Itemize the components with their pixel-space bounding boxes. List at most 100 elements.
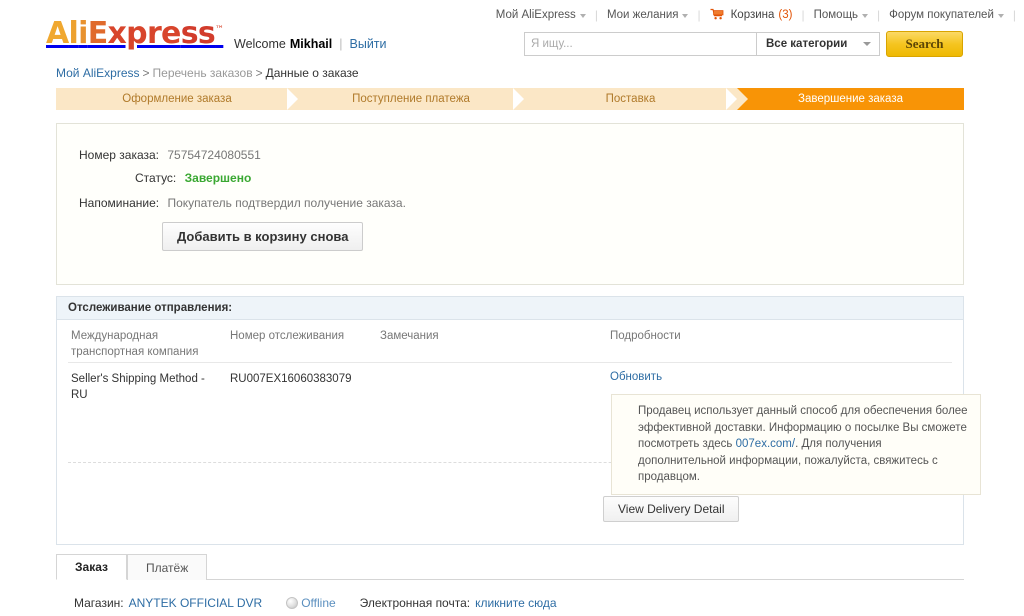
step-delivery-label: Поставка	[605, 93, 656, 105]
chevron-down-icon	[863, 42, 871, 46]
update-tracking-link[interactable]: Обновить	[610, 371, 662, 383]
status-badge: Завершено	[184, 171, 252, 185]
column-carrier-line1: Международная	[71, 330, 159, 342]
nav-my-wishlist-label: Мои желания	[606, 8, 679, 21]
search-category-select[interactable]: Все категории	[756, 32, 880, 56]
view-delivery-detail-button[interactable]: View Delivery Detail	[603, 496, 740, 522]
welcome-divider: |	[339, 37, 343, 51]
add-to-cart-again-button[interactable]: Добавить в корзину снова	[162, 222, 364, 251]
breadcrumb: Мой AliExpress > Перечень заказов > Данные о…	[56, 66, 359, 80]
order-number-row: Номер заказа: 75754724080551	[79, 148, 261, 162]
column-carrier: Международная транспортная компания	[71, 328, 198, 360]
nav-my-wishlist[interactable]: Мои желания	[598, 7, 698, 23]
logo-part-xpre: xpre	[107, 16, 182, 51]
cell-carrier: Seller's Shipping Method - RU	[71, 371, 205, 403]
search-button[interactable]: Search	[886, 31, 963, 57]
table-row: Seller's Shipping Method - RU RU007EX160…	[68, 363, 981, 495]
column-details: Подробности	[610, 330, 681, 342]
welcome-greeting: Welcome	[234, 37, 286, 51]
nav-cart[interactable]: Корзина (3)	[701, 6, 802, 23]
top-navigation-bar: Мой AliExpress | Мои желания | Корзина (…	[487, 6, 1016, 23]
breadcrumb-separator: >	[255, 66, 263, 80]
tracking-panel-title: Отслеживание отправления:	[57, 297, 963, 320]
order-status-label: Статус:	[135, 171, 177, 185]
aliexpress-order-detail-page: Мой AliExpress | Мои желания | Корзина (…	[0, 0, 1024, 616]
cell-tracking-number: RU007EX16060383079	[230, 373, 352, 385]
store-email-link[interactable]: кликните сюда	[475, 596, 556, 610]
store-email-label: Электронная почта:	[359, 596, 471, 610]
breadcrumb-separator: >	[142, 66, 150, 80]
column-tracking-number: Номер отслеживания	[230, 330, 345, 342]
logo-part-ss: ss	[180, 16, 216, 51]
order-reminder-row: Напоминание: Покупатель подтвердил получ…	[79, 196, 406, 210]
step-order-placed: Оформление заказа	[56, 88, 309, 110]
breadcrumb-order-list[interactable]: Перечень заказов	[153, 66, 253, 80]
logo-part-e: E	[87, 16, 108, 51]
step-order-complete: Завершение заказа	[737, 88, 964, 110]
breadcrumb-my-aliexpress[interactable]: Мой AliExpress	[56, 66, 140, 80]
cart-icon	[710, 8, 724, 25]
store-info-row: Магазин: ANYTEK OFFICIAL DVR Offline Эле…	[74, 596, 557, 610]
order-summary-panel: Номер заказа: 75754724080551 Статус: Зав…	[56, 123, 964, 285]
welcome-username: Mikhail	[289, 37, 333, 51]
chevron-down-icon	[682, 13, 689, 18]
step-order-complete-label: Завершение заказа	[798, 93, 903, 105]
cell-carrier-line2: RU	[71, 389, 88, 401]
cell-carrier-line1: Seller's Shipping Method -	[71, 373, 205, 385]
nav-cart-label: Корзина	[730, 8, 775, 21]
chevron-down-icon	[579, 13, 586, 18]
tab-order-label: Заказ	[75, 560, 108, 574]
nav-divider: |	[1012, 7, 1016, 22]
store-status-label: Offline	[301, 596, 336, 610]
search-bar: Все категории Search	[524, 31, 963, 57]
logo-part-a: A	[46, 16, 69, 51]
step-notch	[726, 88, 737, 110]
nav-help[interactable]: Помощь	[805, 7, 877, 23]
step-arrow-icon	[298, 88, 309, 110]
order-status-row: Статус: Завершено	[135, 171, 251, 185]
step-payment-received: Поступление платежа	[298, 88, 535, 110]
tab-payment[interactable]: Платёж	[126, 554, 208, 580]
offline-status-icon	[286, 597, 299, 609]
nav-buyer-forum[interactable]: Форум покупателей	[880, 7, 1013, 23]
step-arrow-icon	[524, 88, 535, 110]
logout-link[interactable]: Выйти	[350, 37, 387, 51]
chevron-down-icon	[862, 13, 869, 18]
search-category-label: Все категории	[766, 38, 848, 50]
tracking-table-header: Международная транспортная компания Номе…	[68, 320, 952, 363]
step-arrow-icon	[737, 88, 748, 110]
store-name-link[interactable]: ANYTEK OFFICIAL DVR	[129, 596, 263, 610]
nav-my-aliexpress[interactable]: Мой AliExpress	[487, 7, 595, 23]
welcome-bar: Welcome Mikhail | Выйти	[234, 37, 387, 51]
breadcrumb-current: Данные о заказе	[265, 66, 359, 80]
order-reminder-value: Покупатель подтвердил получение заказа.	[167, 196, 406, 210]
order-reminder-label: Напоминание:	[79, 196, 160, 210]
nav-buyer-forum-label: Форум покупателей	[889, 8, 994, 21]
tracking-panel-title-label: Отслеживание отправления:	[68, 302, 233, 314]
column-carrier-line2: транспортная компания	[71, 346, 199, 358]
order-number-value: 75754724080551	[167, 148, 261, 162]
step-payment-received-label: Поступление платежа	[352, 93, 470, 105]
logo-trademark: ™	[215, 25, 224, 35]
search-input[interactable]	[524, 32, 756, 56]
store-label: Магазин:	[74, 596, 124, 610]
order-number-label: Номер заказа:	[79, 148, 160, 162]
step-notch	[287, 88, 298, 110]
tab-order[interactable]: Заказ	[56, 554, 127, 580]
nav-cart-count: (3)	[778, 8, 793, 21]
order-detail-tabs: Заказ Платёж	[56, 554, 964, 580]
shipment-tracking-panel: Отслеживание отправления: Международная …	[56, 296, 981, 545]
nav-my-aliexpress-label: Мой AliExpress	[495, 8, 576, 21]
logo-part-i: i	[78, 16, 88, 51]
step-notch	[513, 88, 524, 110]
order-progress-steps: Оформление заказа Поступление платежа По…	[56, 88, 964, 110]
shipping-info-link[interactable]: 007ex.com/	[736, 438, 795, 450]
store-online-status: Offline	[286, 596, 336, 610]
nav-help-label: Помощь	[813, 8, 859, 21]
aliexpress-logo[interactable]: AliExpress™	[46, 16, 224, 51]
logo-part-l: l	[68, 16, 79, 51]
chevron-down-icon	[997, 13, 1004, 18]
shipping-info-tooltip: Продавец использует данный способ для об…	[611, 394, 981, 495]
step-delivery: Поставка	[524, 88, 748, 110]
tab-payment-label: Платёж	[145, 560, 189, 575]
